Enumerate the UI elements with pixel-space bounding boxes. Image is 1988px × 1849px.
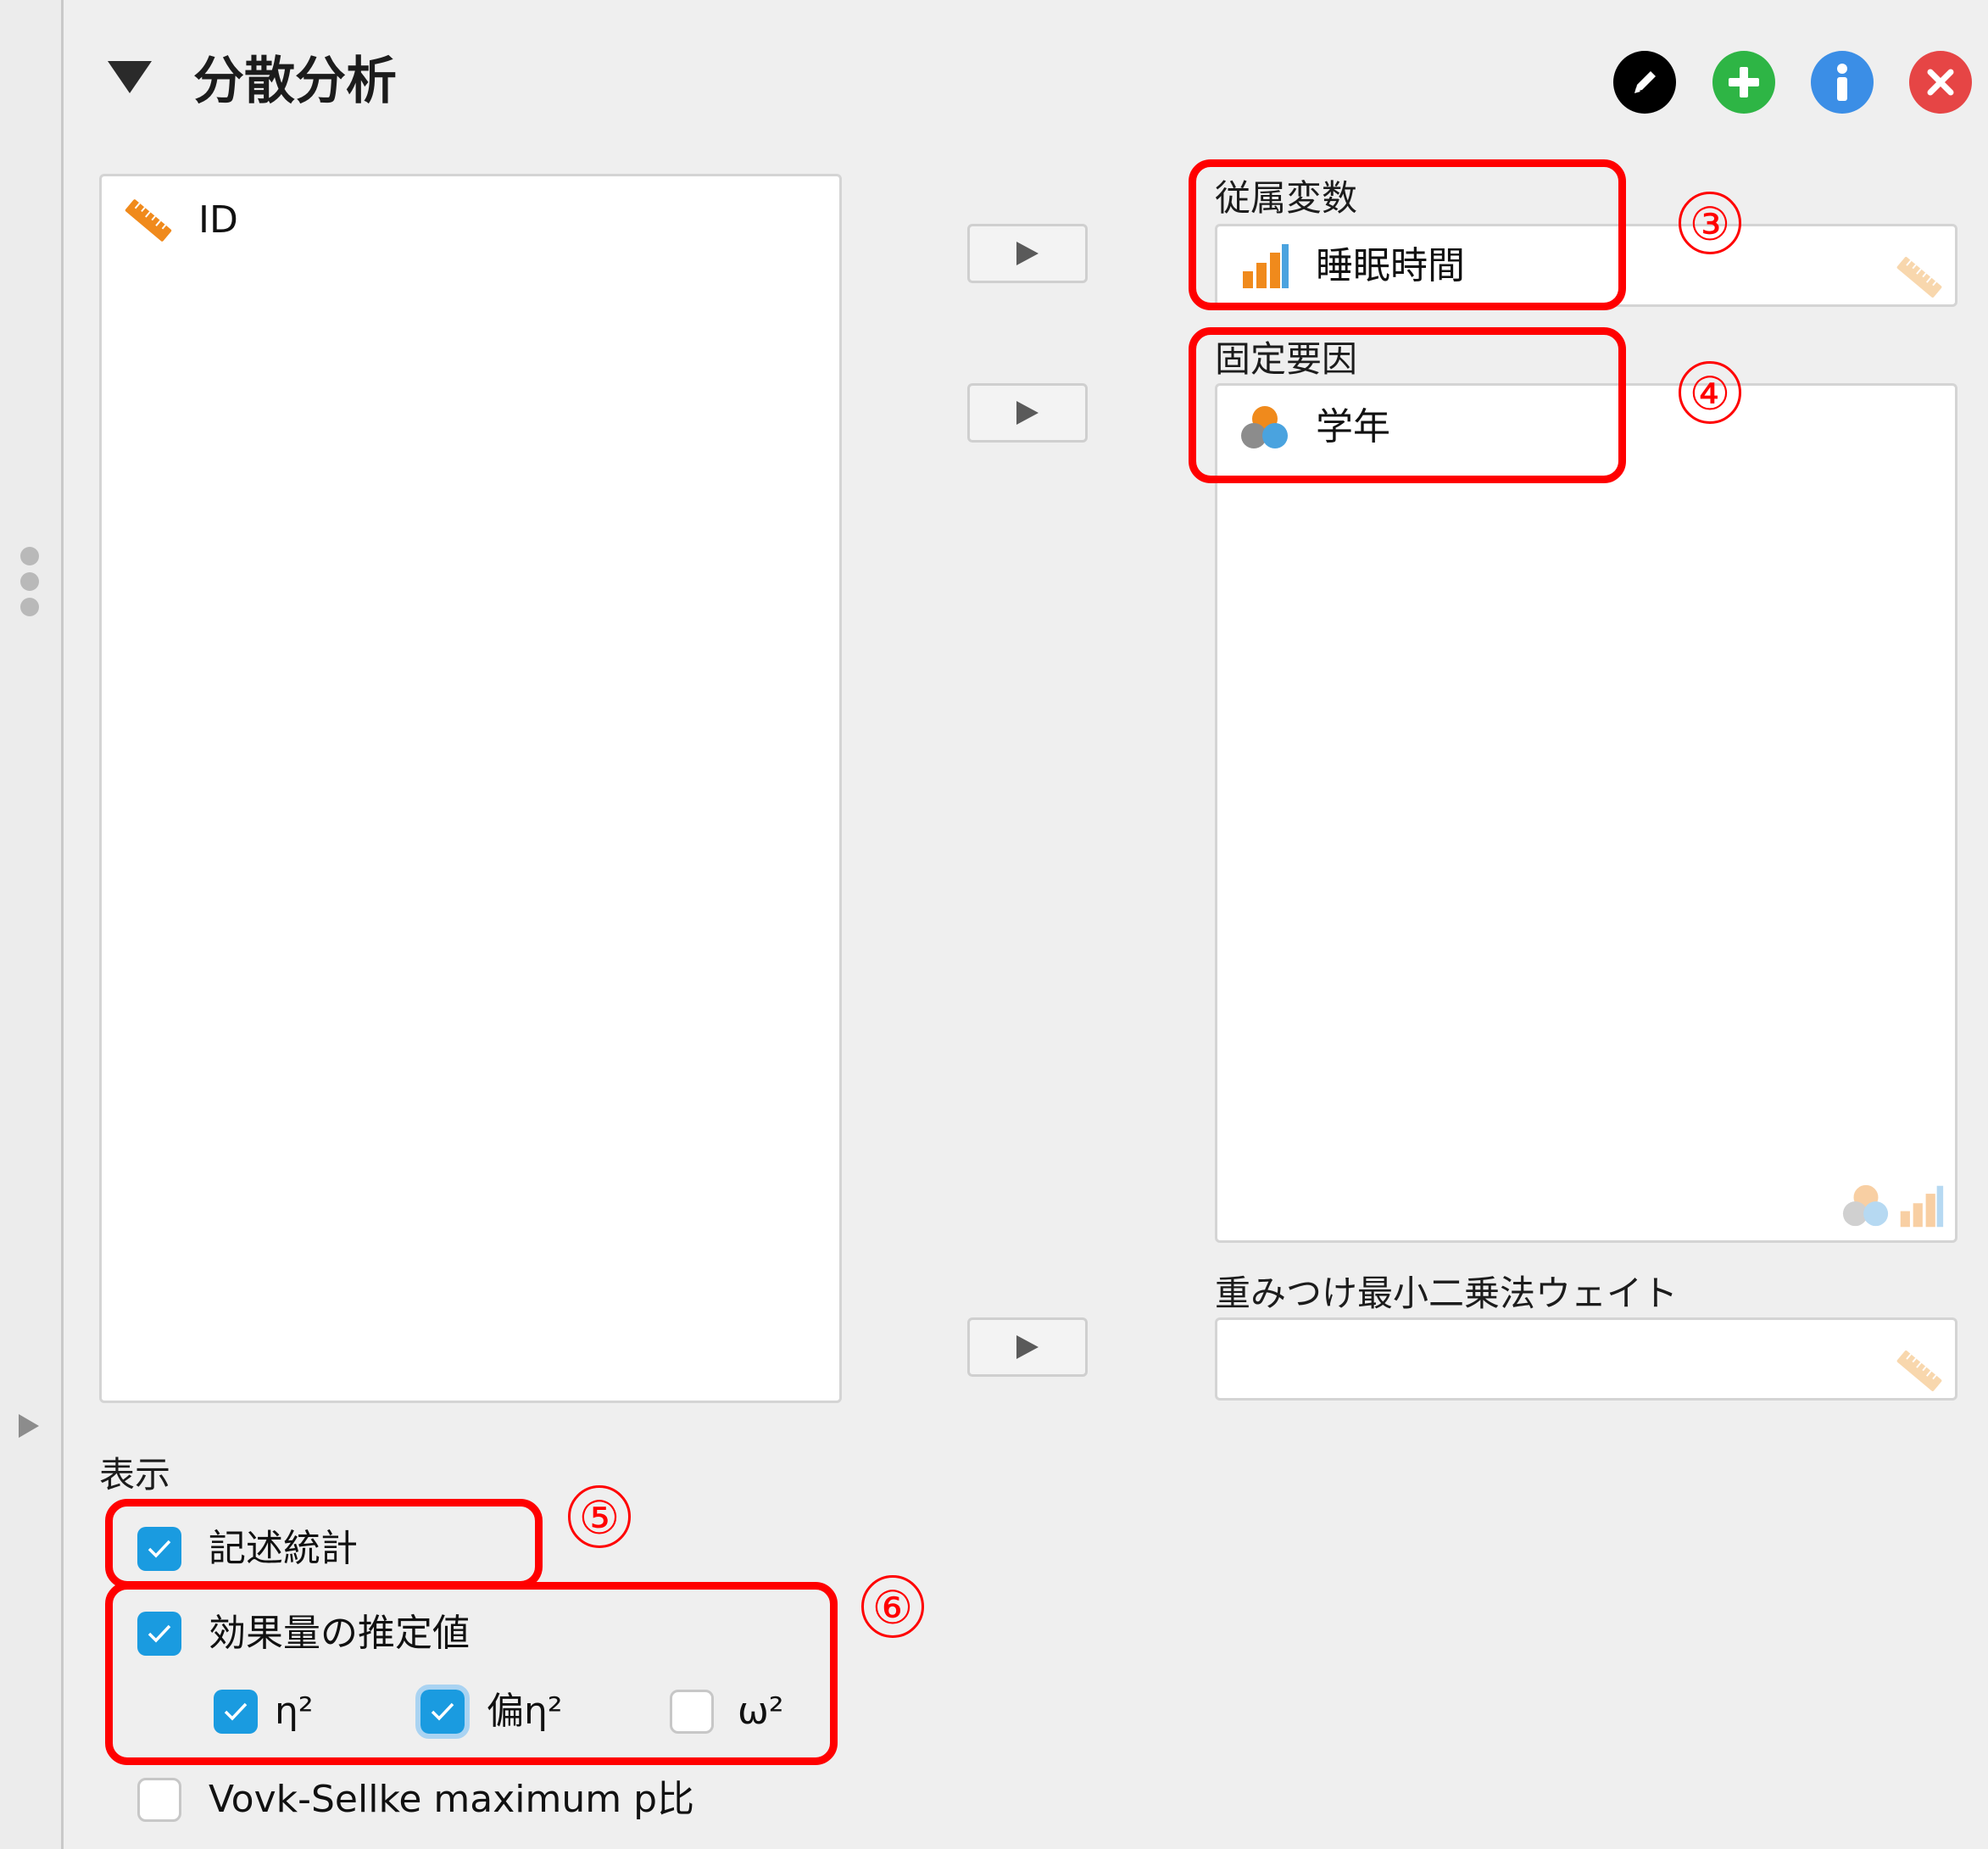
right-arrow-icon <box>1016 1335 1039 1359</box>
annotation-number-5: ⑤ <box>568 1485 631 1548</box>
variables-list[interactable]: ID <box>99 174 842 1403</box>
move-to-fixed-factors-button[interactable] <box>967 383 1088 443</box>
page-title: 分散分析 <box>193 52 397 111</box>
annotation-box-4 <box>1189 327 1626 483</box>
annotation-box-3 <box>1189 159 1626 310</box>
fixed-factors-list[interactable]: 学年 <box>1215 383 1957 1243</box>
add-analysis-button[interactable] <box>1712 51 1775 114</box>
nominal-circles-icon <box>1842 1184 1889 1227</box>
list-item-label: ID <box>198 198 238 242</box>
info-button[interactable] <box>1811 51 1874 114</box>
annotation-number-6: ⑥ <box>861 1575 924 1638</box>
display-section-label: 表示 <box>99 1454 171 1495</box>
close-button[interactable] <box>1909 51 1972 114</box>
bar-chart-icon <box>1900 1185 1944 1228</box>
drag-handle-dot[interactable] <box>20 572 39 591</box>
annotation-number-3: ③ <box>1679 192 1741 254</box>
collapse-triangle-icon[interactable] <box>108 61 152 93</box>
annotation-number-4: ④ <box>1679 361 1741 424</box>
list-item[interactable]: ID <box>120 193 238 248</box>
left-gutter <box>0 0 64 1849</box>
add-icon <box>1729 67 1759 97</box>
annotation-box-6 <box>105 1582 838 1765</box>
drag-handle-dot[interactable] <box>20 598 39 616</box>
right-arrow-icon <box>1016 242 1039 265</box>
edit-icon <box>1634 71 1656 93</box>
info-icon <box>1837 64 1847 101</box>
ruler-icon <box>1896 1351 1942 1391</box>
ruler-icon <box>125 199 172 242</box>
expand-arrow-icon[interactable] <box>19 1414 39 1438</box>
wls-weights-field[interactable] <box>1215 1317 1957 1401</box>
move-to-dependent-button[interactable] <box>967 224 1088 283</box>
annotation-box-5 <box>105 1499 543 1589</box>
close-icon <box>1927 69 1954 96</box>
wls-weights-label: 重みつけ最小二乗法ウェイト <box>1215 1273 1679 1314</box>
vovk-sellke-checkbox-row[interactable]: Vovk-Sellke maximum p比 <box>137 1775 694 1824</box>
drag-handle-dot[interactable] <box>20 547 39 565</box>
right-arrow-icon <box>1016 401 1039 425</box>
ruler-icon <box>1896 257 1942 298</box>
vovk-sellke-label: Vovk-Sellke maximum p比 <box>209 1778 695 1821</box>
vovk-sellke-checkbox[interactable] <box>137 1778 181 1822</box>
edit-button[interactable] <box>1613 51 1676 114</box>
move-to-wls-weights-button[interactable] <box>967 1317 1088 1377</box>
